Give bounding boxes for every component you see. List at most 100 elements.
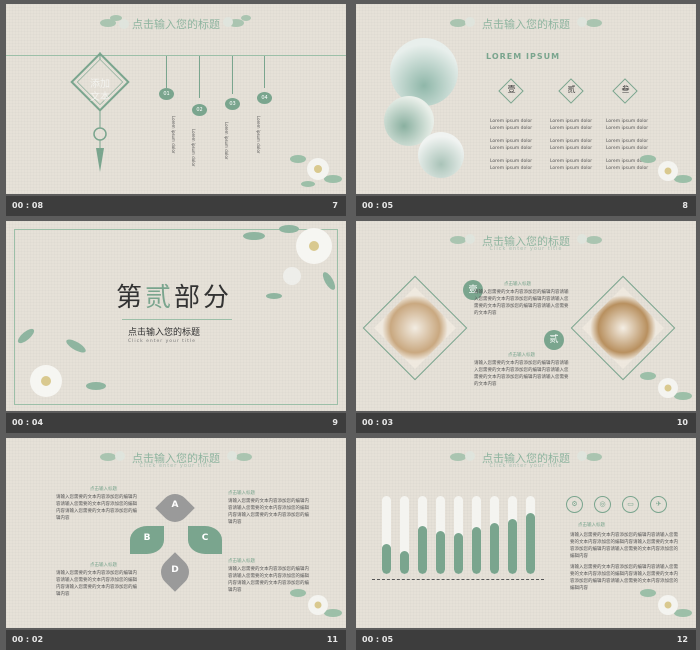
slide-duration: 00 : 08 <box>12 201 44 210</box>
petal-a: A <box>171 500 179 510</box>
slide-duration: 00 : 05 <box>362 635 394 644</box>
pill-bar-track <box>490 496 499 574</box>
slide-duration: 00 : 05 <box>362 201 394 210</box>
pill-bar-fill <box>382 544 391 574</box>
subheading-bl: 点击输入标题 <box>90 563 117 568</box>
subheading-br: 点击输入标题 <box>228 559 255 564</box>
pill-bar-fill <box>454 533 463 574</box>
slide-canvas: 点击输入您的标题 Click enter your title A B C D … <box>6 438 346 628</box>
subheading-2: 点击输入标题 <box>508 353 535 358</box>
slide-thumb-11[interactable]: 点击输入您的标题 Click enter your title A B C D … <box>6 438 346 650</box>
item-label-3: 叁 <box>621 85 630 94</box>
target-icon: ◎ <box>594 496 611 513</box>
slide-number: 8 <box>682 201 688 210</box>
tag-text-2: Lorem ipsum dolor <box>191 129 196 167</box>
subheading-1: 点击输入标题 <box>504 282 531 287</box>
flower-corner-decoration <box>640 155 692 183</box>
slide-number: 7 <box>332 201 338 210</box>
pill-bar-track <box>454 496 463 574</box>
slide-canvas: 点击输入您的标题 Click enter your title 壹 贰 点击输入… <box>356 221 696 411</box>
flower-corner-decoration <box>640 589 692 617</box>
section-subtitle-en: Click enter your title <box>128 339 196 344</box>
slide-canvas: 点击输入您的标题 添加 文本 01 02 03 04 Lorem ipsum d… <box>6 4 346 194</box>
item-label-2: 贰 <box>567 85 576 94</box>
tag-01: 01 <box>159 88 174 100</box>
tag-03: 03 <box>225 98 240 110</box>
pill-bar-track <box>526 496 535 574</box>
slide-info-bar: 00 : 02 11 <box>6 630 346 650</box>
pill-bar-track <box>436 496 445 574</box>
tag-04: 04 <box>257 92 272 104</box>
slide-header-title: 点击输入您的标题 <box>132 18 220 31</box>
slide-header-subtitle: Click enter your title <box>489 246 563 252</box>
knot-label: 添加 文本 <box>90 79 110 103</box>
petal-b: B <box>143 533 151 543</box>
section-title: 第贰部分 <box>116 283 233 313</box>
slide-info-bar: 00 : 08 7 <box>6 196 346 216</box>
paragraph-tl: 请输入您需要的文本内容添加您的编辑内容请输入您需要的文本内容添加您的编辑内容请输… <box>56 495 137 521</box>
slide-thumb-7[interactable]: 点击输入您的标题 添加 文本 01 02 03 04 Lorem ipsum d… <box>6 4 346 216</box>
gear-icon: ⚙ <box>566 496 583 513</box>
plane-icon: ✈ <box>650 496 667 513</box>
pill-bar-track <box>400 496 409 574</box>
pill-bar-track <box>472 496 481 574</box>
pill-bar-fill <box>508 519 517 574</box>
tag-text-4: Lorem ipsum dolor <box>256 116 261 154</box>
flower-corner-decoration <box>290 155 342 187</box>
title-underline <box>122 319 232 320</box>
flower-photo-left <box>373 286 457 370</box>
subheading-tl: 点击输入标题 <box>90 487 117 492</box>
slide-info-bar: 00 : 03 10 <box>356 413 696 433</box>
slide-info-bar: 00 : 05 8 <box>356 196 696 216</box>
pill-bar-fill <box>526 513 535 574</box>
pill-bar-fill <box>472 527 481 574</box>
paragraph-2: 请输入您需要的文本内容添加您的编辑内容请输入您需要的文本内容添加您的编辑内容请输… <box>474 361 569 387</box>
subheading-tr: 点击输入标题 <box>228 491 255 496</box>
slide-number: 10 <box>676 418 688 427</box>
pill-bar-track <box>418 496 427 574</box>
chart-baseline <box>372 579 544 580</box>
slide-thumb-12[interactable]: 点击输入您的标题 Click enter your title ⚙ ◎ ▭ ✈ … <box>356 438 696 650</box>
subheading: 点击输入标题 <box>578 523 605 528</box>
slide-thumb-9[interactable]: 第贰部分 点击输入您的标题 Click enter your title 00 … <box>6 221 346 433</box>
item-label-1: 壹 <box>507 85 516 94</box>
tag-text-3: Lorem ipsum dolor <box>224 122 229 160</box>
section-title: LOREM IPSUM <box>486 52 561 61</box>
slide-canvas: 点击输入您的标题 LOREM IPSUM 壹 贰 叁 Lorem ipsum d… <box>356 4 696 194</box>
flower-right-decoration <box>243 225 336 299</box>
tag-02: 02 <box>192 104 207 116</box>
slide-info-bar: 00 : 04 9 <box>6 413 346 433</box>
chinese-knot-ornament <box>70 52 130 172</box>
petal-c: C <box>201 533 209 543</box>
slide-thumb-8[interactable]: 点击输入您的标题 LOREM IPSUM 壹 贰 叁 Lorem ipsum d… <box>356 4 696 216</box>
item-text-2: Lorem ipsum dolor Lorem ipsum dolor Lorem … <box>550 119 593 171</box>
slide-info-bar: 00 : 05 12 <box>356 630 696 650</box>
petal-d: D <box>171 565 179 575</box>
flower-corner-decoration <box>290 589 342 617</box>
slide-canvas: 第贰部分 点击输入您的标题 Click enter your title <box>6 221 346 411</box>
paragraph-1: 请输入您需要的文本内容添加您的编辑内容请输入您需要的文本内容添加您的编辑内容请输… <box>474 290 569 316</box>
flower-left-decoration <box>17 328 106 397</box>
header-divider <box>6 55 346 56</box>
paragraph-bl: 请输入您需要的文本内容添加您的编辑内容请输入您需要的文本内容添加您的编辑内容请输… <box>56 571 137 597</box>
pill-bar-track <box>508 496 517 574</box>
slide-duration: 00 : 03 <box>362 418 394 427</box>
pill-bar-fill <box>490 523 499 574</box>
section-subtitle: 点击输入您的标题 <box>128 328 201 338</box>
slide-canvas: 点击输入您的标题 Click enter your title ⚙ ◎ ▭ ✈ … <box>356 438 696 628</box>
pill-bar-fill <box>400 551 409 574</box>
chat-icon: ▭ <box>622 496 639 513</box>
slide-duration: 00 : 02 <box>12 635 44 644</box>
tag-text-1: Lorem ipsum dolor <box>171 116 176 154</box>
item-text-1: Lorem ipsum dolor Lorem ipsum dolor Lorem … <box>490 119 533 171</box>
paragraph-tr: 请输入您需要的文本内容添加您的编辑内容请输入您需要的文本内容添加您的编辑内容请输… <box>228 499 309 525</box>
slide-header-subtitle: Click enter your title <box>139 463 213 469</box>
slide-thumb-10[interactable]: 点击输入您的标题 Click enter your title 壹 贰 点击输入… <box>356 221 696 433</box>
pill-bar-fill <box>418 526 427 574</box>
paragraph-1: 请输入您需要的文本内容添加您的编辑内容请输入您需要的文本内容添加您的编辑内容请输… <box>570 533 678 559</box>
slide-number: 9 <box>332 418 338 427</box>
slide-number: 11 <box>326 635 338 644</box>
pill-bar-track <box>382 496 391 574</box>
flower-corner-decoration <box>640 372 692 400</box>
slide-number: 12 <box>676 635 688 644</box>
